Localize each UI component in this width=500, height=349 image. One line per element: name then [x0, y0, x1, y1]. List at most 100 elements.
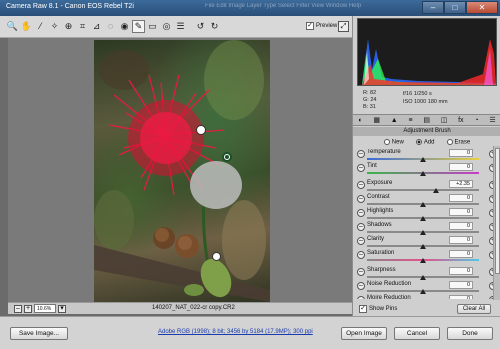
zoom-out-button[interactable]: – [14, 304, 22, 313]
scrollbar-thumb[interactable] [495, 148, 500, 274]
minus-icon[interactable]: – [357, 251, 365, 259]
slider-thumb[interactable] [420, 258, 426, 263]
slider-value[interactable]: +2.35 [449, 180, 473, 188]
slider-value[interactable]: 0 [449, 295, 473, 299]
cancel-button[interactable]: Cancel [394, 327, 440, 340]
image-canvas[interactable] [8, 38, 352, 302]
radio-add[interactable] [415, 138, 422, 145]
slider-track[interactable] [367, 189, 479, 191]
slider-tint[interactable]: –Tint0+ [353, 163, 500, 177]
zoom-level-select[interactable]: 10.6% [34, 304, 56, 313]
minus-icon[interactable]: – [357, 223, 365, 231]
minus-icon[interactable]: – [357, 181, 365, 189]
red-eye-icon[interactable]: ◉ [118, 20, 131, 33]
adjustment-pin-active[interactable] [222, 152, 232, 162]
crop-icon[interactable]: ⌗ [76, 20, 89, 33]
panel-scrollbar[interactable] [493, 146, 500, 300]
slider-value[interactable]: 0 [449, 236, 473, 244]
minus-icon[interactable]: – [357, 282, 365, 290]
minus-icon[interactable]: – [357, 237, 365, 245]
adjustment-pin-1[interactable] [196, 125, 206, 135]
slider-clarity[interactable]: –Clarity0+ [353, 236, 500, 250]
save-image-button[interactable]: Save Image... [10, 327, 68, 340]
zoom-icon[interactable]: 🔍 [6, 20, 19, 33]
tab-camera-calibration[interactable]: ◔ [474, 117, 478, 124]
workflow-options-link[interactable]: Adobe RGB (1998); 8 bit; 3456 by 5184 (1… [158, 329, 313, 335]
slider-value[interactable]: 0 [449, 250, 473, 258]
tab-detail[interactable]: ▲ [391, 117, 398, 124]
minus-icon[interactable]: – [357, 195, 365, 203]
clear-all-button[interactable]: Clear All [457, 304, 491, 314]
close-button[interactable]: ✕ [466, 1, 498, 14]
photo-preview[interactable] [94, 40, 270, 302]
mode-add[interactable]: Add [415, 138, 435, 145]
slider-value[interactable]: 0 [449, 208, 473, 216]
minimize-button[interactable]: – [422, 1, 444, 14]
maximize-button[interactable]: □ [444, 1, 466, 14]
slider-thumb[interactable] [420, 171, 426, 176]
slider-noise-reduction[interactable]: –Noise Reduction0+ [353, 281, 500, 295]
slider-value[interactable]: 0 [449, 194, 473, 202]
open-image-button[interactable]: Open Image [341, 327, 387, 340]
show-pins-toggle[interactable]: ✓ Show Pins [359, 305, 397, 313]
white-balance-icon[interactable]: ⁄ [34, 20, 47, 33]
minus-icon[interactable]: – [357, 296, 365, 299]
zoom-in-button[interactable]: + [24, 304, 32, 313]
slider-temperature[interactable]: –Temperature0+ [353, 149, 500, 163]
zoom-control: – + 10.6% ▾ [14, 304, 66, 313]
color-sampler-icon[interactable]: ✧ [48, 20, 61, 33]
slider-moire-reduction[interactable]: –Moire Reduction0+ [353, 295, 500, 299]
minus-icon[interactable]: – [357, 209, 365, 217]
slider-thumb[interactable] [420, 157, 426, 162]
show-pins-checkbox[interactable]: ✓ [359, 305, 367, 313]
graduated-filter-icon[interactable]: ▭ [146, 20, 159, 33]
slider-saturation[interactable]: –Saturation0+ [353, 250, 500, 264]
rotate-cw-icon[interactable]: ↻ [208, 20, 221, 33]
rotate-ccw-icon[interactable]: ↺ [194, 20, 207, 33]
radial-filter-icon[interactable]: ◎ [160, 20, 173, 33]
slider-sharpness[interactable]: –Sharpness0+ [353, 267, 500, 281]
chevron-down-icon[interactable]: ▾ [58, 304, 66, 313]
slider-thumb[interactable] [420, 230, 426, 235]
slider-thumb[interactable] [420, 202, 426, 207]
mode-erase[interactable]: Erase [446, 138, 470, 145]
minus-icon[interactable]: – [357, 164, 365, 172]
radio-erase[interactable] [446, 138, 453, 145]
preferences-icon[interactable]: ☰ [174, 20, 187, 33]
spot-removal-icon[interactable]: ◌ [104, 20, 117, 33]
slider-highlights[interactable]: –Highlights0+ [353, 208, 500, 222]
preview-checkbox[interactable]: ✓ [306, 22, 314, 30]
slider-shadows[interactable]: –Shadows0+ [353, 222, 500, 236]
fullscreen-icon[interactable]: ⤢ [338, 21, 349, 32]
slider-contrast[interactable]: –Contrast0+ [353, 194, 500, 208]
minus-icon[interactable]: – [357, 268, 365, 276]
slider-thumb[interactable] [420, 289, 426, 294]
targeted-adjustment-icon[interactable]: ⊕ [62, 20, 75, 33]
done-button[interactable]: Done [447, 327, 493, 340]
tab-tone-curve[interactable]: ▦ [373, 116, 380, 124]
tab-hsl[interactable]: ≡ [408, 117, 412, 124]
tab-presets[interactable]: ☰ [489, 116, 495, 124]
slider-thumb[interactable] [433, 188, 440, 193]
straighten-icon[interactable]: ⊿ [90, 20, 103, 33]
tab-basic[interactable]: ◐ [358, 117, 362, 124]
hand-icon[interactable]: ✋ [20, 20, 33, 33]
preview-toggle[interactable]: ✓ Preview [306, 22, 337, 30]
slider-thumb[interactable] [420, 216, 426, 221]
slider-value[interactable]: 0 [449, 267, 473, 275]
slider-thumb[interactable] [420, 244, 426, 249]
minus-icon[interactable]: – [357, 150, 365, 158]
tab-effects[interactable]: fx [458, 117, 463, 124]
slider-value[interactable]: 0 [449, 222, 473, 230]
slider-value[interactable]: 0 [449, 163, 473, 171]
slider-thumb[interactable] [420, 275, 426, 280]
slider-exposure[interactable]: –Exposure+2.35+ [353, 180, 500, 194]
tab-lens[interactable]: ◫ [441, 116, 448, 124]
adjustment-pin-2[interactable] [212, 252, 221, 261]
slider-value[interactable]: 0 [449, 149, 473, 157]
adjustment-brush-icon[interactable]: ✎ [132, 20, 145, 33]
radio-new[interactable] [383, 138, 390, 145]
tab-split-toning[interactable]: ▤ [423, 116, 430, 124]
mode-new[interactable]: New [383, 138, 404, 145]
slider-value[interactable]: 0 [449, 281, 473, 289]
